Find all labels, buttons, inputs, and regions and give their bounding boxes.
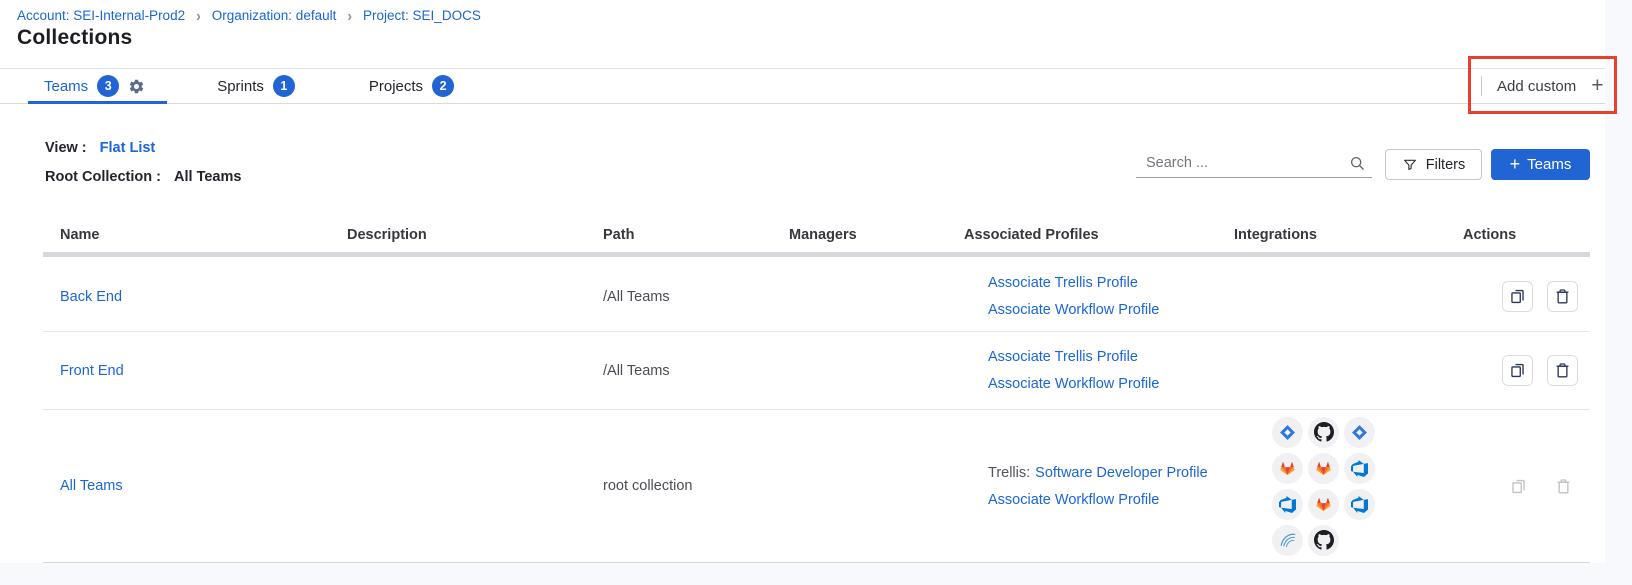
clone-button-disabled bbox=[1509, 477, 1528, 496]
tab-projects-count-badge: 2 bbox=[432, 75, 454, 97]
tab-projects-label: Projects bbox=[369, 78, 423, 95]
column-header-actions: Actions bbox=[1446, 227, 1590, 243]
associated-profiles-cell: Trellis: Software Developer Profile Assoc… bbox=[947, 465, 1217, 508]
breadcrumb-account-link[interactable]: Account: SEI-Internal-Prod2 bbox=[17, 8, 185, 23]
new-teams-button-label: Teams bbox=[1527, 156, 1571, 173]
table-row-front-end: Front End /All Teams Associate Trellis P… bbox=[43, 332, 1590, 410]
breadcrumb: Account: SEI-Internal-Prod2 › Organizati… bbox=[17, 7, 481, 23]
column-header-description: Description bbox=[330, 227, 586, 243]
plus-icon: + bbox=[1510, 155, 1521, 173]
sonarqube-icon bbox=[1272, 525, 1303, 556]
vertical-divider bbox=[1481, 76, 1482, 96]
associate-trellis-profile-link[interactable]: Associate Trellis Profile bbox=[988, 349, 1138, 365]
tab-sprints-label: Sprints bbox=[217, 78, 264, 95]
tab-bar: Teams 3 Sprints 1 Projects 2 bbox=[0, 68, 1605, 104]
associated-profiles-cell: Associate Trellis Profile Associate Work… bbox=[947, 275, 1217, 318]
gitlab-icon bbox=[1272, 453, 1303, 484]
new-teams-button[interactable]: + Teams bbox=[1491, 149, 1590, 180]
path-cell: /All Teams bbox=[586, 363, 772, 379]
associate-workflow-profile-link[interactable]: Associate Workflow Profile bbox=[988, 376, 1159, 392]
associate-workflow-profile-link[interactable]: Associate Workflow Profile bbox=[988, 492, 1159, 508]
tab-projects[interactable]: Projects 2 bbox=[369, 69, 454, 103]
column-header-associated-profiles: Associated Profiles bbox=[947, 227, 1217, 243]
column-header-integrations: Integrations bbox=[1217, 227, 1446, 243]
collection-name-link[interactable]: Back End bbox=[60, 289, 122, 305]
clone-button[interactable] bbox=[1502, 281, 1533, 312]
delete-button[interactable] bbox=[1547, 355, 1578, 386]
azure-devops-icon bbox=[1344, 489, 1375, 520]
plus-icon: + bbox=[1591, 75, 1603, 96]
azure-devops-icon bbox=[1344, 453, 1375, 484]
add-custom-label: Add custom bbox=[1497, 78, 1576, 95]
azure-devops-icon bbox=[1272, 489, 1303, 520]
breadcrumb-organization-link[interactable]: Organization: default bbox=[212, 8, 337, 23]
table-body: Back End /All Teams Associate Trellis Pr… bbox=[43, 262, 1590, 563]
associate-workflow-profile-link[interactable]: Associate Workflow Profile bbox=[988, 302, 1159, 318]
jira-icon bbox=[1344, 417, 1375, 448]
path-cell: /All Teams bbox=[586, 289, 772, 305]
breadcrumb-project-link[interactable]: Project: SEI_DOCS bbox=[363, 8, 481, 23]
filters-label: Filters bbox=[1426, 157, 1465, 173]
chevron-right-icon: › bbox=[347, 6, 352, 24]
content-card: Account: SEI-Internal-Prod2 › Organizati… bbox=[0, 0, 1605, 563]
column-header-managers: Managers bbox=[772, 227, 947, 243]
tab-teams[interactable]: Teams 3 bbox=[28, 69, 167, 103]
path-cell: root collection bbox=[586, 478, 772, 494]
actions-cell bbox=[1446, 477, 1590, 496]
collection-name-link[interactable]: All Teams bbox=[60, 478, 123, 494]
clone-button[interactable] bbox=[1502, 355, 1533, 386]
collections-page: Account: SEI-Internal-Prod2 › Organizati… bbox=[0, 0, 1632, 585]
table-header-row: Name Description Path Managers Associate… bbox=[43, 218, 1590, 257]
collection-name-link[interactable]: Front End bbox=[60, 363, 124, 379]
gitlab-icon bbox=[1308, 489, 1339, 520]
integrations-cell bbox=[1217, 417, 1446, 556]
view-flat-list-link[interactable]: Flat List bbox=[100, 140, 156, 156]
associate-trellis-profile-link[interactable]: Associate Trellis Profile bbox=[988, 275, 1138, 291]
actions-cell bbox=[1446, 281, 1590, 312]
tab-sprints-count-badge: 1 bbox=[273, 75, 295, 97]
page-title: Collections bbox=[17, 26, 132, 50]
view-label: View : bbox=[45, 140, 87, 156]
funnel-icon bbox=[1402, 157, 1418, 173]
actions-cell bbox=[1446, 355, 1590, 386]
gitlab-icon bbox=[1308, 453, 1339, 484]
trellis-prefix: Trellis: bbox=[988, 465, 1030, 481]
tab-teams-count-badge: 3 bbox=[97, 75, 119, 97]
integration-icons-grid bbox=[1272, 417, 1375, 556]
chevron-right-icon: › bbox=[196, 6, 201, 24]
gear-icon[interactable] bbox=[128, 78, 145, 95]
table-row-back-end: Back End /All Teams Associate Trellis Pr… bbox=[43, 262, 1590, 332]
table-row-all-teams: All Teams root collection Trellis: Softwa… bbox=[43, 410, 1590, 563]
delete-button[interactable] bbox=[1547, 281, 1578, 312]
view-row: View : Flat List bbox=[45, 140, 155, 156]
software-developer-profile-link[interactable]: Software Developer Profile bbox=[1035, 465, 1207, 481]
github-icon bbox=[1308, 525, 1339, 556]
delete-button-disabled bbox=[1554, 477, 1573, 496]
root-collection-row: Root Collection : All Teams bbox=[45, 169, 241, 185]
search-icon[interactable] bbox=[1348, 154, 1366, 172]
root-collection-label: Root Collection : bbox=[45, 169, 161, 185]
tab-teams-label: Teams bbox=[44, 78, 88, 95]
root-collection-value: All Teams bbox=[174, 169, 241, 185]
filters-button[interactable]: Filters bbox=[1385, 149, 1482, 180]
column-header-path: Path bbox=[586, 227, 772, 243]
github-icon bbox=[1308, 417, 1339, 448]
tab-sprints[interactable]: Sprints 1 bbox=[217, 69, 295, 103]
jira-icon bbox=[1272, 417, 1303, 448]
add-custom-button[interactable]: Add custom + bbox=[1481, 68, 1603, 104]
column-header-name: Name bbox=[43, 227, 330, 243]
search-box bbox=[1136, 148, 1372, 178]
associated-profiles-cell: Associate Trellis Profile Associate Work… bbox=[947, 349, 1217, 392]
search-input[interactable] bbox=[1146, 155, 1348, 171]
